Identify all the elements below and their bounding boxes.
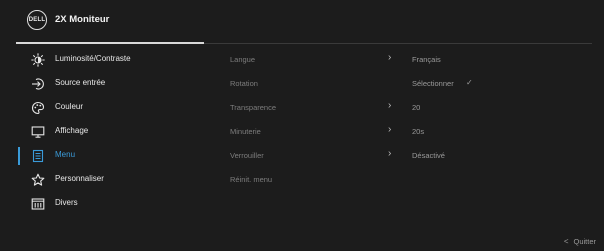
sidebar-item-label: Couleur <box>55 102 84 111</box>
setting-name: Verrouiller <box>230 151 264 160</box>
sidebar-item-others[interactable]: Divers <box>18 194 208 214</box>
dell-logo: DELL <box>27 10 47 30</box>
setting-name: Transparence <box>230 103 276 112</box>
chevron-left-icon: < <box>563 236 569 246</box>
header-divider <box>204 42 592 44</box>
active-indicator <box>18 147 20 165</box>
setting-name: Langue <box>230 55 256 64</box>
setting-value: Désactivé <box>412 151 445 160</box>
input-source-icon <box>31 77 45 91</box>
setting-lock[interactable]: Verrouiller › Désactivé <box>230 146 590 166</box>
chevron-right-icon: › <box>388 124 392 135</box>
setting-value: 20s <box>412 127 425 136</box>
quit-label: Quitter <box>573 236 596 246</box>
setting-rotation[interactable]: Rotation Sélectionner ✓ <box>230 74 590 94</box>
setting-name: Rotation <box>230 79 258 88</box>
sidebar-item-display[interactable]: Affichage <box>18 122 208 142</box>
color-palette-icon <box>31 101 45 115</box>
page-title: 2X Moniteur <box>55 14 110 25</box>
chevron-right-icon: › <box>388 52 392 63</box>
check-icon: ✓ <box>466 78 473 87</box>
sidebar-item-label: Source entrée <box>55 78 106 87</box>
monitor-icon <box>31 125 45 139</box>
setting-name: Réinit. menu <box>230 175 273 184</box>
header-divider-active <box>16 42 204 44</box>
setting-menu-reset[interactable]: Réinit. menu <box>230 170 590 190</box>
setting-value: Français <box>412 55 441 64</box>
header: DELL 2X Moniteur <box>0 0 604 42</box>
quit-button[interactable]: < Quitter <box>564 235 596 247</box>
sidebar-item-label: Divers <box>55 198 78 207</box>
others-icon <box>31 197 45 211</box>
star-icon <box>31 173 45 187</box>
sidebar-item-label: Affichage <box>55 126 89 135</box>
sidebar-item-input-source[interactable]: Source entrée <box>18 74 208 94</box>
sidebar-item-personalize[interactable]: Personnaliser <box>18 170 208 190</box>
setting-transparency[interactable]: Transparence › 20 <box>230 98 590 118</box>
setting-value: 20 <box>412 103 421 112</box>
brightness-icon <box>31 53 45 67</box>
sidebar-item-menu[interactable]: Menu <box>18 146 208 166</box>
sidebar-item-label: Luminosité/Contraste <box>55 54 131 63</box>
setting-name: Minuterie <box>230 127 261 136</box>
sidebar-item-color[interactable]: Couleur <box>18 98 208 118</box>
chevron-right-icon: › <box>388 148 392 159</box>
sidebar-item-label: Menu <box>55 150 76 159</box>
sidebar-item-brightness-contrast[interactable]: Luminosité/Contraste <box>18 50 208 70</box>
setting-value: Sélectionner <box>412 79 454 88</box>
setting-timer[interactable]: Minuterie › 20s <box>230 122 590 142</box>
menu-list-icon <box>31 149 45 163</box>
chevron-right-icon: › <box>388 100 392 111</box>
osd-menu: DELL 2X Moniteur Luminosité/Contraste So… <box>0 0 604 251</box>
sidebar-item-label: Personnaliser <box>55 174 104 183</box>
setting-language[interactable]: Langue › Français <box>230 50 590 70</box>
